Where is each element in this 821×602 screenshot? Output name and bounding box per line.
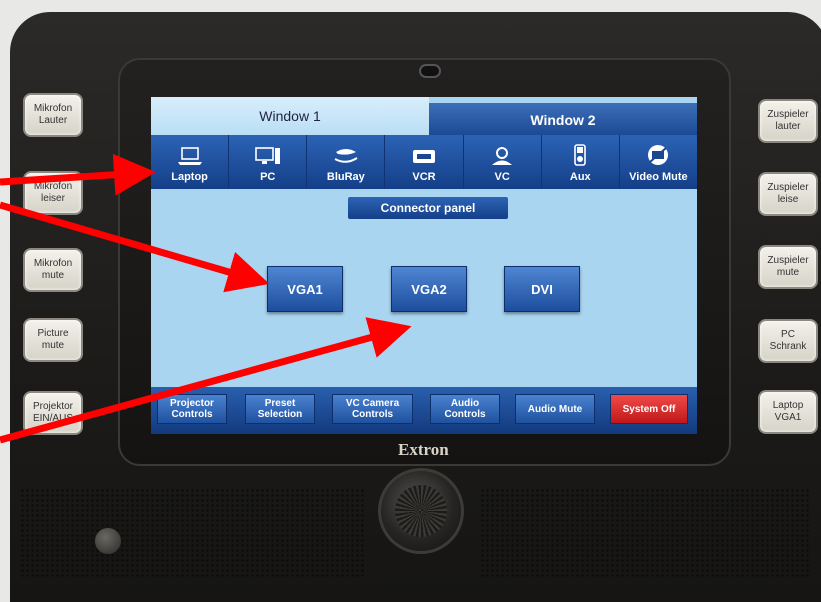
arrow-to-source-bar: [0, 153, 156, 196]
arrow-to-vga1: [0, 201, 270, 293]
annotation-arrows: [0, 153, 412, 444]
arrow-to-vga2: [0, 317, 412, 444]
